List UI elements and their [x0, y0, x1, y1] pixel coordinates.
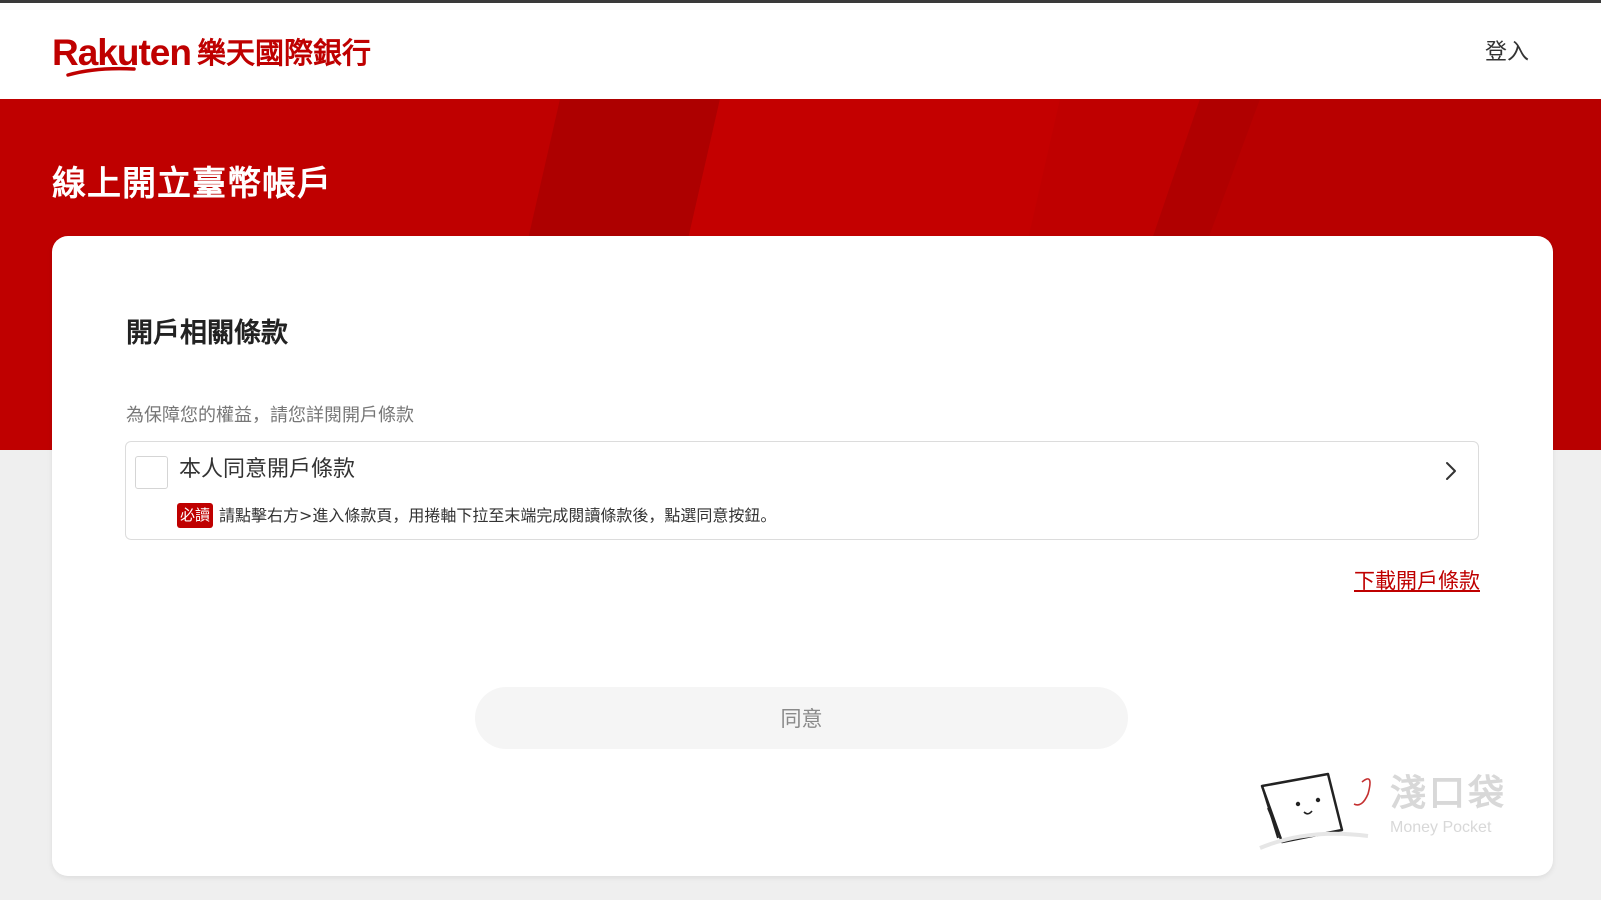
agree-terms-label: 本人同意開戶條款: [179, 457, 356, 482]
rakuten-bank-logo[interactable]: Rakuten 樂天國際銀行: [52, 33, 371, 77]
watermark: 淺口袋 Money Pocket: [1258, 768, 1528, 868]
login-link[interactable]: 登入: [1485, 38, 1529, 68]
watermark-subtitle: Money Pocket: [1390, 819, 1492, 836]
section-title: 開戶相關條款: [126, 318, 288, 349]
agree-button[interactable]: 同意: [475, 687, 1128, 749]
download-terms-link[interactable]: 下載開戶條款: [1354, 566, 1480, 596]
pocket-mascot-icon: [1259, 772, 1371, 850]
section-subtitle: 為保障您的權益，請您詳閱開戶條款: [126, 405, 414, 426]
chevron-right-icon[interactable]: [1444, 460, 1458, 482]
logo-text-en: Rakuten: [52, 33, 192, 77]
site-header: Rakuten 樂天國際銀行 登入: [0, 3, 1601, 99]
terms-instruction: 請點擊右方>進入條款頁，用捲軸下拉至末端完成閱讀條款後，點選同意按鈕。: [219, 506, 777, 525]
logo-text-zh: 樂天國際銀行: [196, 36, 371, 70]
terms-item[interactable]: 本人同意開戶條款 必讀 請點擊右方>進入條款頁，用捲軸下拉至末端完成閱讀條款後，…: [125, 441, 1479, 540]
agree-terms-checkbox[interactable]: [135, 456, 168, 489]
watermark-title: 淺口袋: [1390, 773, 1508, 814]
logo-swoosh-icon: [66, 66, 136, 77]
must-read-badge: 必讀: [177, 503, 214, 528]
page-title: 線上開立臺幣帳戶: [52, 164, 332, 204]
